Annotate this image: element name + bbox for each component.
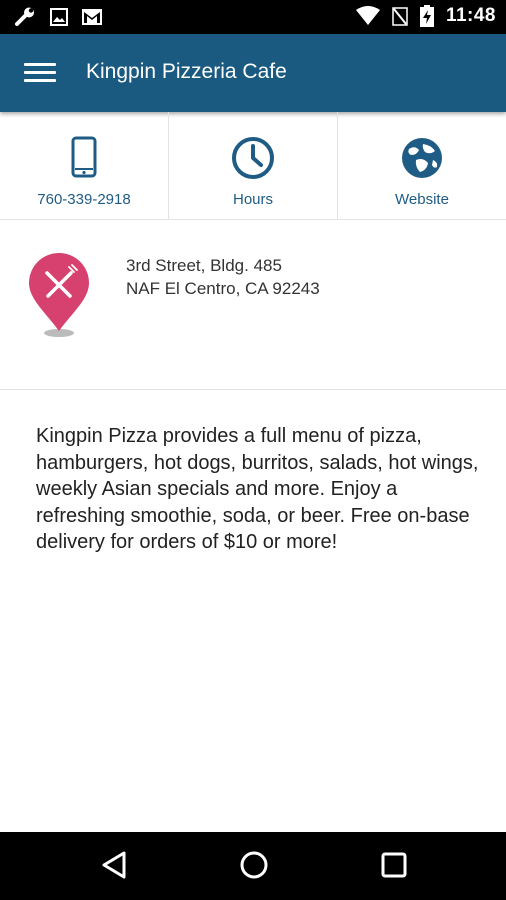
restaurant-pin-icon[interactable]: [24, 247, 94, 339]
status-time: 11:48: [445, 5, 496, 26]
status-bar: 11:48: [0, 0, 506, 34]
description-text: Kingpin Pizza provides a full menu of pi…: [36, 425, 479, 553]
image-icon: [50, 8, 68, 26]
call-button[interactable]: 760-339-2918: [0, 112, 168, 219]
hours-label: Hours: [232, 191, 273, 208]
home-icon[interactable]: [239, 850, 269, 880]
address-line-1: 3rd Street, Bldg. 485: [126, 256, 282, 275]
signal-off-icon: [392, 7, 408, 26]
address: 3rd Street, Bldg. 485 NAF El Centro, CA …: [126, 254, 320, 300]
website-label: Website: [395, 191, 449, 208]
hamburger-menu-icon[interactable]: [24, 60, 56, 86]
battery-charging-icon: [419, 5, 434, 27]
navigation-bar: [0, 832, 506, 900]
recents-icon[interactable]: [381, 850, 407, 880]
page-title: Kingpin Pizzeria Cafe: [86, 60, 287, 83]
gmail-icon: [82, 9, 102, 25]
website-button[interactable]: Website: [337, 112, 506, 219]
notification-icons: [14, 7, 102, 27]
address-line-2: NAF El Centro, CA 92243: [126, 279, 320, 298]
app-bar: Kingpin Pizzeria Cafe: [0, 34, 506, 112]
system-icons: 11:48: [355, 5, 496, 27]
hours-button[interactable]: Hours: [168, 112, 337, 219]
wrench-icon: [15, 7, 34, 26]
globe-icon: [402, 138, 442, 178]
wifi-icon: [355, 6, 380, 25]
phone-icon: [71, 136, 97, 178]
action-row: 760-339-2918 Hours Website: [0, 112, 506, 220]
clock-icon: [232, 137, 274, 179]
back-icon[interactable]: [100, 850, 128, 880]
phone-number: 760-339-2918: [37, 191, 131, 208]
address-section: 3rd Street, Bldg. 485 NAF El Centro, CA …: [0, 219, 506, 390]
